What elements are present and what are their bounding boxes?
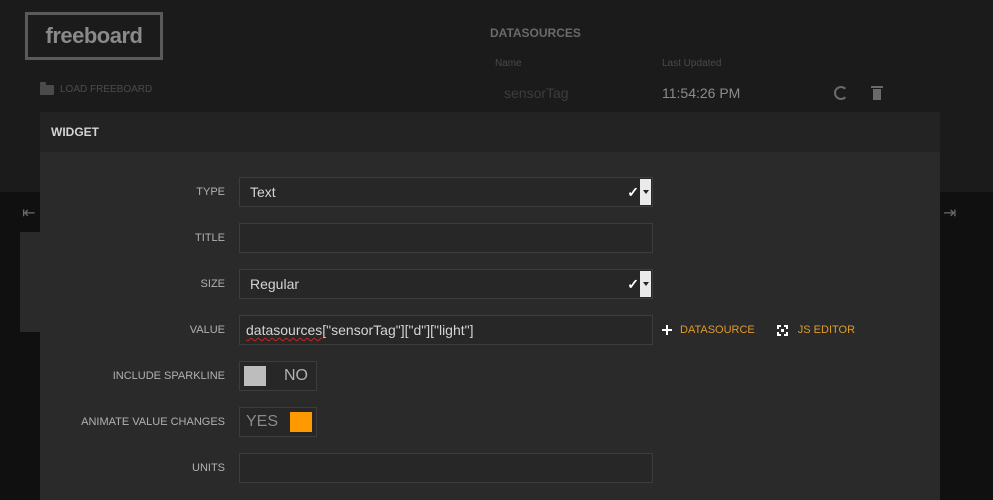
- dialog-header: WIDGET: [40, 112, 940, 152]
- widget-dialog: WIDGET TYPE Text ✓ TITLE SIZE Regular ✓ …: [40, 112, 940, 500]
- collapse-right-icon[interactable]: ⇥: [943, 203, 956, 223]
- size-select-value: Regular: [250, 276, 300, 292]
- load-freeboard-label: LOAD FREEBOARD: [60, 84, 153, 95]
- logo-text: freeboard: [45, 23, 143, 48]
- type-select-value: Text: [250, 184, 276, 200]
- toggle-knob: [290, 412, 312, 432]
- collapse-left-icon[interactable]: ⇤: [22, 203, 35, 223]
- pane-background: [20, 232, 42, 332]
- refresh-icon[interactable]: [834, 86, 848, 100]
- animate-toggle[interactable]: YES: [239, 407, 317, 437]
- sparkline-toggle[interactable]: NO: [239, 361, 317, 391]
- value-input[interactable]: datasources["sensorTag"]["d"]["light"]: [239, 315, 653, 345]
- type-select[interactable]: Text ✓: [239, 177, 653, 207]
- datasources-col-name: Name: [495, 58, 522, 69]
- animate-label: ANIMATE VALUE CHANGES: [81, 416, 225, 428]
- units-label: UNITS: [192, 462, 225, 474]
- datasources-title: DATASOURCES: [490, 26, 581, 40]
- chevron-down-icon[interactable]: [640, 179, 651, 205]
- size-select[interactable]: Regular ✓: [239, 269, 653, 299]
- sparkline-label: INCLUDE SPARKLINE: [112, 370, 225, 382]
- plus-icon[interactable]: [662, 325, 672, 335]
- value-label: VALUE: [189, 324, 225, 336]
- datasource-link[interactable]: DATASOURCE: [680, 324, 755, 336]
- size-label: SIZE: [200, 278, 225, 290]
- title-label: TITLE: [195, 232, 225, 244]
- type-label: TYPE: [196, 186, 225, 198]
- title-input[interactable]: [239, 223, 653, 253]
- trash-icon[interactable]: [871, 86, 885, 100]
- chevron-down-icon[interactable]: [640, 271, 651, 297]
- folder-open-icon: [40, 81, 54, 95]
- value-tools: DATASOURCE JS EDITOR: [662, 315, 855, 345]
- value-rest: ["sensorTag"]["d"]["light"]: [322, 322, 474, 338]
- units-row: UNITS: [40, 453, 940, 483]
- units-input[interactable]: [239, 453, 653, 483]
- datasource-updated: 11:54:26 PM: [662, 85, 741, 101]
- value-row: VALUE datasources["sensorTag"]["d"]["lig…: [40, 315, 940, 345]
- checkmark-icon: ✓: [627, 184, 639, 200]
- sparkline-state: NO: [284, 367, 308, 384]
- checkmark-icon: ✓: [627, 276, 639, 292]
- title-row: TITLE: [40, 223, 940, 253]
- type-row: TYPE Text ✓: [40, 177, 940, 207]
- dialog-title: WIDGET: [51, 125, 99, 139]
- sparkline-row: INCLUDE SPARKLINE NO: [40, 361, 940, 391]
- js-editor-link[interactable]: JS EDITOR: [798, 324, 855, 336]
- freeboard-logo[interactable]: freeboard: [25, 12, 163, 60]
- datasource-name[interactable]: sensorTag: [504, 85, 569, 101]
- animate-state: YES: [246, 413, 279, 430]
- toggle-knob: [244, 366, 266, 386]
- size-row: SIZE Regular ✓: [40, 269, 940, 299]
- animate-row: ANIMATE VALUE CHANGES YES: [40, 407, 940, 437]
- value-prefix: datasources: [246, 322, 323, 338]
- datasources-col-updated: Last Updated: [662, 58, 722, 69]
- fullscreen-icon[interactable]: [776, 324, 788, 336]
- load-freeboard-link[interactable]: LOAD FREEBOARD: [40, 81, 153, 95]
